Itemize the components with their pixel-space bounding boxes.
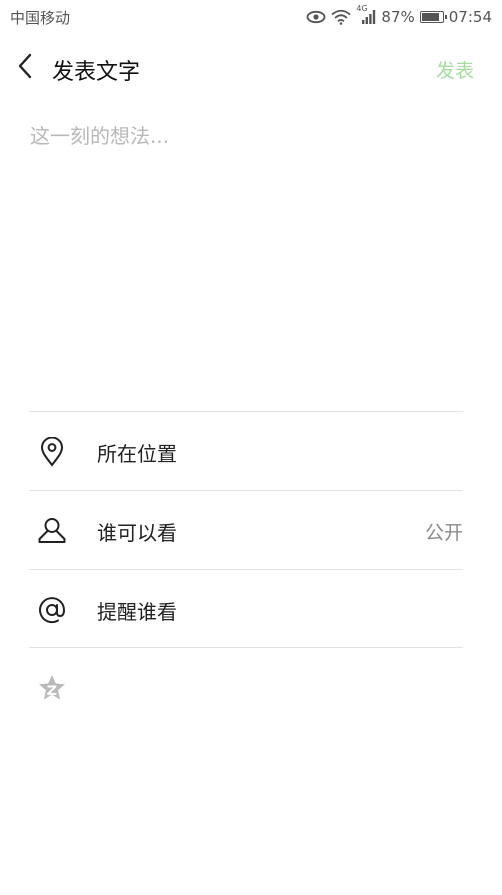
status-icons: 4G 87% 07:54 <box>306 4 492 26</box>
divider <box>29 490 463 491</box>
page-title: 发表文字 <box>52 60 141 85</box>
post-text-input[interactable] <box>28 118 472 402</box>
visibility-row[interactable]: 谁可以看 公开 <box>29 492 465 570</box>
visibility-value: 公开 <box>424 521 463 544</box>
person-icon <box>37 516 67 546</box>
divider <box>29 647 463 648</box>
location-label: 所在位置 <box>97 441 177 466</box>
mention-row[interactable]: 提醒谁看 <box>29 571 465 649</box>
network-type-label: 4G <box>356 4 368 13</box>
visibility-label: 谁可以看 <box>97 520 177 545</box>
clock: 07:54 <box>448 8 492 26</box>
location-pin-icon <box>37 437 67 467</box>
chevron-left-icon <box>17 53 33 83</box>
signal-icon: 4G <box>356 4 376 24</box>
battery-percent: 87% <box>381 8 415 26</box>
publish-button[interactable]: 发表 <box>436 56 474 83</box>
location-row[interactable]: 所在位置 <box>29 413 465 491</box>
mention-label: 提醒谁看 <box>97 599 177 624</box>
back-button[interactable] <box>10 52 40 84</box>
battery-icon <box>419 11 447 23</box>
sync-row[interactable] <box>29 649 465 727</box>
wifi-icon <box>331 9 351 25</box>
divider <box>29 411 463 412</box>
divider <box>29 569 463 570</box>
at-icon <box>37 595 67 625</box>
eye-icon <box>306 10 326 24</box>
status-bar: 中国移动 4G 87% 07:54 <box>0 0 502 34</box>
sync-star-icon <box>37 673 67 703</box>
navigation-bar: 发表文字 发表 <box>0 40 502 96</box>
carrier-name: 中国移动 <box>10 8 71 27</box>
battery-fill <box>421 13 439 21</box>
